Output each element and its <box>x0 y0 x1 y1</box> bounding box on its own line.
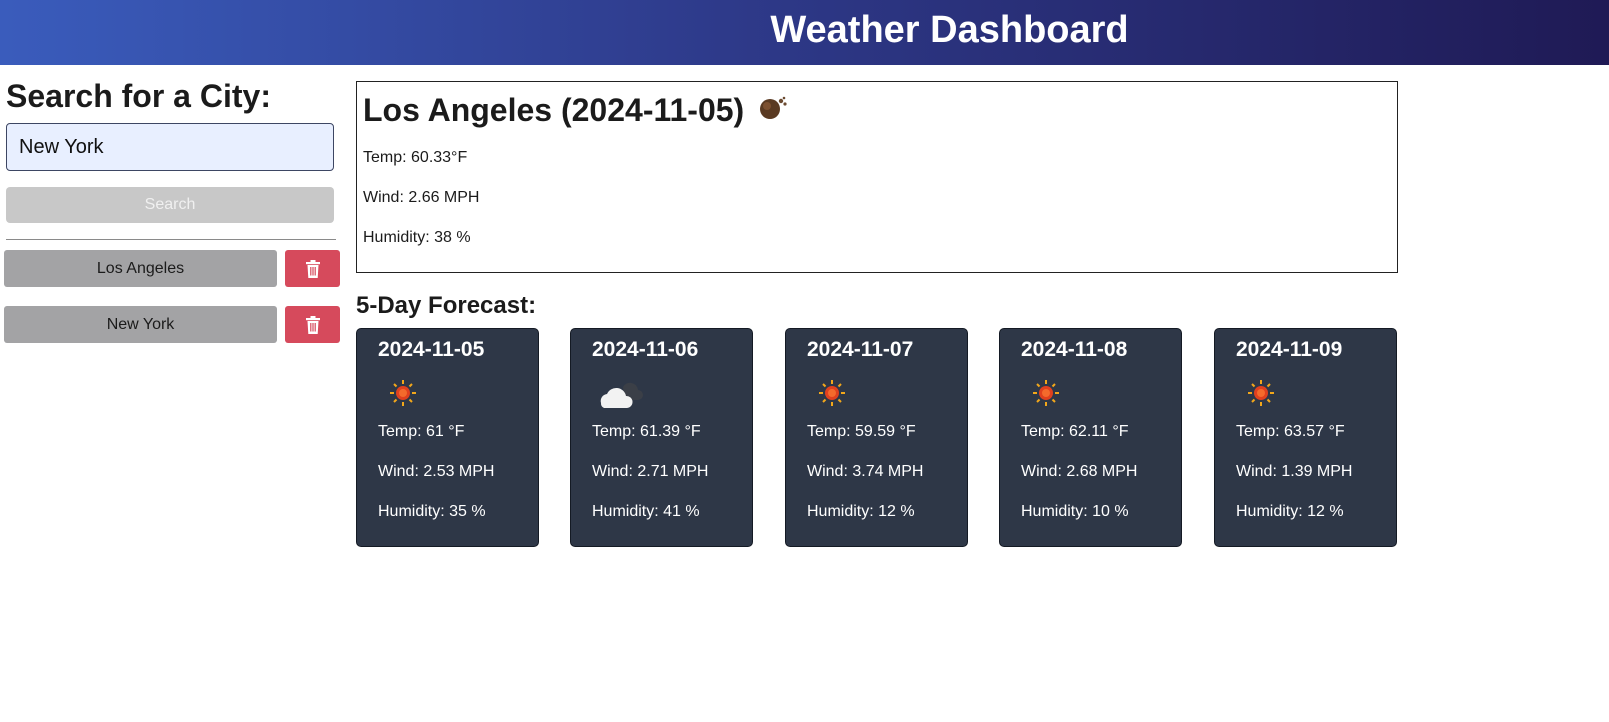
forecast-date: 2024-11-07 <box>807 338 914 361</box>
forecast-temp: Temp: 62.11 °F <box>1021 423 1129 440</box>
city-search-input[interactable] <box>6 123 334 171</box>
forecast-card: 2024-11-07 Temp: 59.59 °F Wind: 3.74 MPH… <box>785 328 968 547</box>
history-city-button-los-angeles[interactable]: Los Angeles <box>4 250 277 287</box>
forecast-wind: Wind: 2.53 MPH <box>378 463 495 480</box>
history-item: Los Angeles <box>4 250 340 287</box>
forecast-wind: Wind: 3.74 MPH <box>807 463 924 480</box>
sun-icon <box>1248 380 1274 406</box>
forecast-temp: Temp: 61.39 °F <box>592 423 701 440</box>
delete-city-button[interactable] <box>285 306 340 343</box>
page-title: Weather Dashboard <box>770 9 1129 51</box>
current-temp: Temp: 60.33°F <box>363 149 468 166</box>
forecast-date: 2024-11-08 <box>1021 338 1128 361</box>
history-city-button-new-york[interactable]: New York <box>4 306 277 343</box>
forecast-wind: Wind: 2.71 MPH <box>592 463 709 480</box>
forecast-humidity: Humidity: 10 % <box>1021 503 1129 520</box>
forecast-wind: Wind: 2.68 MPH <box>1021 463 1138 480</box>
forecast-wind: Wind: 1.39 MPH <box>1236 463 1353 480</box>
trash-icon <box>305 259 320 278</box>
delete-city-button[interactable] <box>285 250 340 287</box>
forecast-temp: Temp: 61 °F <box>378 423 465 440</box>
forecast-card: 2024-11-05 Temp: 61 °F Wind: 2.53 MPH Hu… <box>356 328 539 547</box>
forecast-humidity: Humidity: 35 % <box>378 503 486 520</box>
trash-icon <box>305 315 320 334</box>
forecast-temp: Temp: 59.59 °F <box>807 423 916 440</box>
current-weather-panel: Los Angeles (2024-11-05) Temp: 60.33°F W… <box>356 81 1398 273</box>
sun-icon <box>1033 380 1059 406</box>
sun-icon <box>390 380 416 406</box>
current-humidity: Humidity: 38 % <box>363 229 471 246</box>
forecast-card: 2024-11-09 Temp: 63.57 °F Wind: 1.39 MPH… <box>1214 328 1397 547</box>
history-item: New York <box>4 306 340 343</box>
forecast-humidity: Humidity: 41 % <box>592 503 700 520</box>
forecast-humidity: Humidity: 12 % <box>807 503 915 520</box>
divider <box>6 239 336 240</box>
forecast-date: 2024-11-05 <box>378 338 485 361</box>
current-city-date: Los Angeles (2024-11-05) <box>363 92 745 128</box>
forecast-date: 2024-11-06 <box>592 338 699 361</box>
app-header: Weather Dashboard <box>0 0 1609 65</box>
forecast-temp: Temp: 63.57 °F <box>1236 423 1345 440</box>
search-button[interactable]: Search <box>6 187 334 223</box>
current-wind: Wind: 2.66 MPH <box>363 189 480 206</box>
search-heading: Search for a City: <box>6 78 271 114</box>
forecast-card: 2024-11-08 Temp: 62.11 °F Wind: 2.68 MPH… <box>999 328 1182 547</box>
smoke-haze-icon <box>758 90 788 130</box>
sun-icon <box>819 380 845 406</box>
forecast-date: 2024-11-09 <box>1236 338 1343 361</box>
cloud-icon <box>600 382 643 408</box>
forecast-humidity: Humidity: 12 % <box>1236 503 1344 520</box>
forecast-card: 2024-11-06 Temp: 61.39 °F Wind: 2.71 MPH… <box>570 328 753 547</box>
current-weather-title: Los Angeles (2024-11-05) <box>363 90 1391 130</box>
forecast-heading: 5-Day Forecast: <box>356 292 537 319</box>
